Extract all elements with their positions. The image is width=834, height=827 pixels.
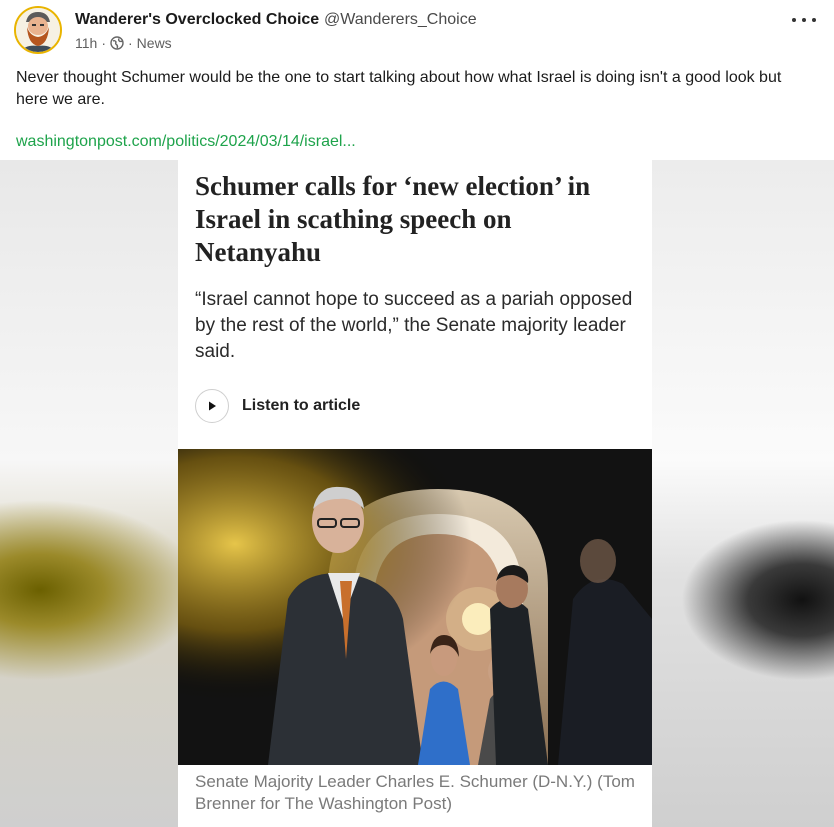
post-text: Never thought Schumer would be the one t… (16, 69, 782, 108)
listen-label: Listen to article (242, 397, 361, 414)
meta-separator: · (101, 35, 106, 51)
meta-separator: · (128, 35, 133, 51)
more-options-icon[interactable] (792, 10, 816, 30)
article-screenshot: Schumer calls for ‘new election’ in Isra… (178, 160, 652, 827)
blurred-background-right (652, 160, 834, 827)
article-photo (178, 449, 652, 765)
article-link[interactable]: washingtonpost.com/politics/2024/03/14/i… (16, 133, 356, 151)
user-handle[interactable]: @Wanderers_Choice (324, 11, 477, 29)
article-subhead: “Israel cannot hope to succeed as a pari… (195, 289, 633, 362)
post-time[interactable]: 11h (75, 35, 97, 51)
post-header: Wanderer's Overclocked Choice @Wanderers… (14, 6, 820, 56)
post-meta: 11h · · News (75, 35, 172, 51)
globe-icon (110, 36, 124, 50)
photo-caption: Senate Majority Leader Charles E. Schume… (195, 772, 635, 813)
blurred-background-left (0, 160, 178, 827)
article-headline: Schumer calls for ‘new election’ in Isra… (195, 171, 591, 267)
display-name[interactable]: Wanderer's Overclocked Choice (75, 11, 319, 29)
link-preview-image[interactable]: Schumer calls for ‘new election’ in Isra… (0, 160, 834, 827)
avatar[interactable] (14, 6, 62, 54)
post-category[interactable]: News (137, 35, 172, 51)
play-icon (195, 389, 229, 423)
listen-to-article-button[interactable]: Listen to article (195, 388, 360, 424)
